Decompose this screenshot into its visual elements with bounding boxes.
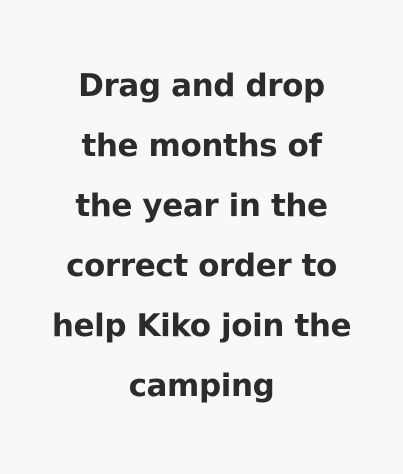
game-instruction-screen: Drag and drop the months of the year in … — [0, 0, 403, 474]
instruction-line: correct order to — [66, 248, 337, 284]
instruction-line: the months of — [81, 128, 322, 164]
instruction-line: camping — [128, 368, 275, 404]
instruction-text: Drag and drop the months of the year in … — [0, 56, 403, 416]
instruction-line: the year in the — [75, 188, 328, 224]
instruction-line: Drag and drop — [78, 68, 325, 104]
instruction-line: help Kiko join the — [51, 308, 352, 344]
